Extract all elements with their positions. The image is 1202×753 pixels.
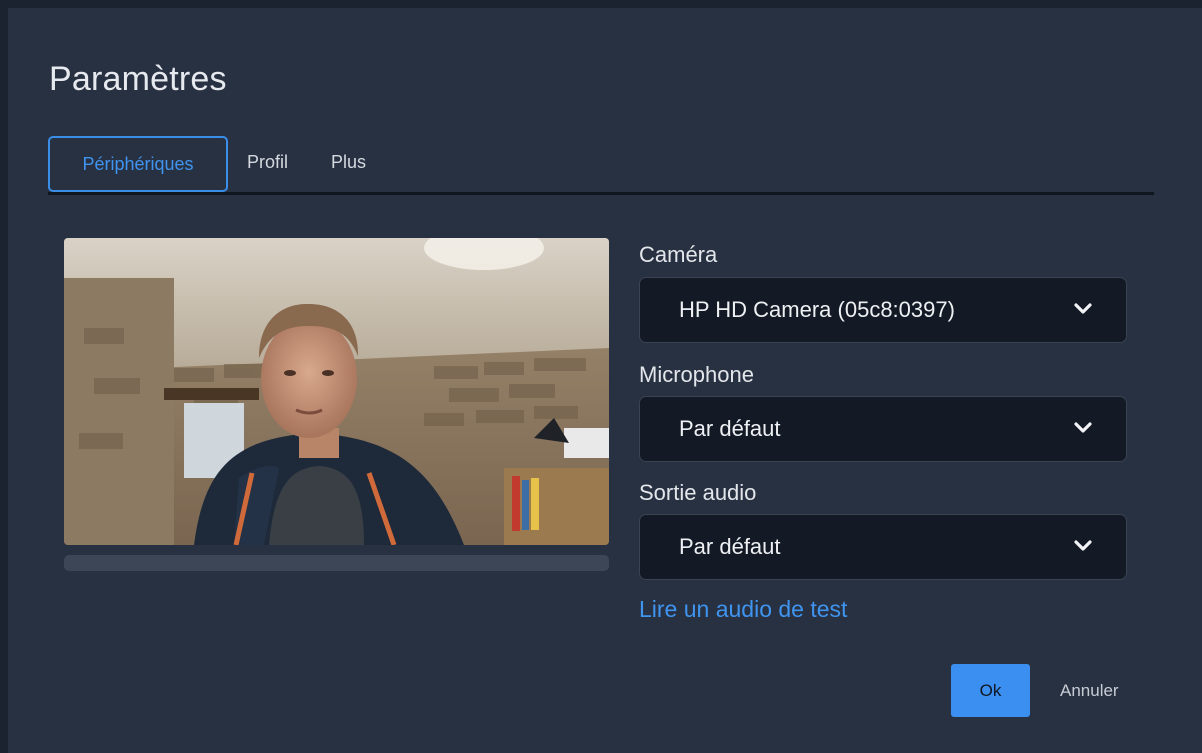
camera-select[interactable]: HP HD Camera (05c8:0397) (639, 277, 1127, 343)
camera-preview-bar (64, 555, 609, 571)
microphone-select[interactable]: Par défaut (639, 396, 1127, 462)
audio-output-select-value: Par défaut (679, 534, 781, 559)
audio-output-select[interactable]: Par défaut (639, 514, 1127, 580)
camera-select-value: HP HD Camera (05c8:0397) (679, 297, 955, 322)
settings-dialog: Paramètres Périphériques Profil Plus Cam… (8, 8, 1202, 753)
camera-preview (64, 238, 609, 545)
tab-more[interactable]: Plus (331, 136, 366, 192)
tab-bar: Périphériques Profil Plus (48, 136, 1154, 195)
test-audio-link[interactable]: Lire un audio de test (639, 596, 847, 623)
microphone-label: Microphone (639, 362, 754, 387)
chevron-down-icon (1074, 540, 1092, 551)
chevron-down-icon (1074, 422, 1092, 433)
tab-peripherals[interactable]: Périphériques (48, 136, 228, 192)
ok-button[interactable]: Ok (951, 664, 1030, 717)
dialog-title: Paramètres (49, 60, 227, 98)
microphone-select-value: Par défaut (679, 416, 781, 441)
audio-output-label: Sortie audio (639, 480, 757, 505)
camera-label: Caméra (639, 242, 718, 267)
chevron-down-icon (1074, 303, 1092, 314)
cancel-button[interactable]: Annuler (1060, 664, 1119, 717)
camera-preview-image (64, 238, 609, 545)
tab-profile[interactable]: Profil (247, 136, 288, 192)
